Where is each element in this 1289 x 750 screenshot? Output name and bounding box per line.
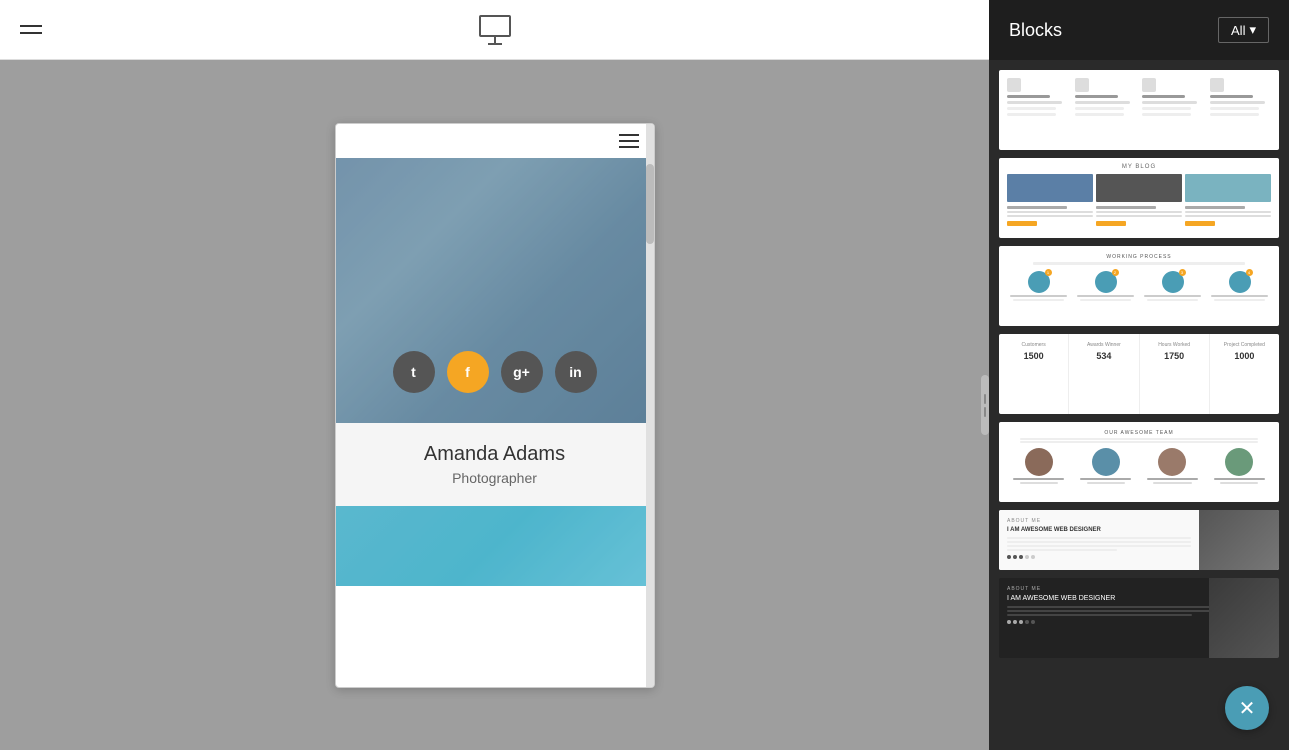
wp-step-icon-1: 1 <box>1028 271 1050 293</box>
social-icons-row: t f g+ in <box>336 351 654 393</box>
stat-hours: Hours Worked 1750 <box>1140 334 1210 414</box>
blog-img-2 <box>1096 174 1182 202</box>
team-members <box>1007 448 1271 484</box>
googleplus-icon: g+ <box>513 364 530 380</box>
twitter-button[interactable]: t <box>393 351 435 393</box>
block-thumb-process-steps[interactable] <box>999 70 1279 150</box>
mobile-scrollbar[interactable] <box>646 124 654 687</box>
about-me-dark-image <box>1209 578 1279 658</box>
step-icon-4 <box>1210 78 1224 92</box>
second-card-preview <box>336 506 654 586</box>
process-step-2 <box>1075 78 1137 142</box>
member-photo-1 <box>1025 448 1053 476</box>
about-me-light-lines <box>1007 537 1191 551</box>
process-step-1 <box>1007 78 1069 142</box>
linkedin-button[interactable]: in <box>555 351 597 393</box>
wp-step-icon-2: 2 <box>1095 271 1117 293</box>
working-process-steps: 1 2 3 <box>1007 271 1271 301</box>
all-filter-button[interactable]: All ▾ <box>1218 17 1269 43</box>
block-thumb-about-me-dark[interactable]: ABOUT ME I AM AWESOME WEB DESIGNER <box>999 578 1279 658</box>
blog-read-more-3 <box>1185 221 1215 226</box>
profile-image-section: t f g+ in <box>336 158 654 423</box>
blog-read-more-2 <box>1096 221 1126 226</box>
step-icon-3 <box>1142 78 1156 92</box>
close-icon: ✕ <box>1239 696 1256 721</box>
step-icon-1 <box>1007 78 1021 92</box>
preview-canvas: t f g+ in Amanda A <box>0 60 989 750</box>
toolbar <box>0 0 989 60</box>
block-thumb-blog[interactable]: MY BLOG <box>999 158 1279 238</box>
stat-customers: Customers 1500 <box>999 334 1069 414</box>
googleplus-button[interactable]: g+ <box>501 351 543 393</box>
dropdown-icon: ▾ <box>1249 22 1256 38</box>
blog-caption-1 <box>1007 206 1093 226</box>
about-me-light-content: ABOUT ME I AM AWESOME WEB DESIGNER <box>999 510 1199 570</box>
member-photo-4 <box>1225 448 1253 476</box>
about-me-light-subtitle: ABOUT ME <box>1007 518 1191 524</box>
monitor-preview-icon[interactable] <box>479 15 511 45</box>
team-description <box>1007 438 1271 443</box>
fab-close-button[interactable]: ✕ <box>1225 686 1269 730</box>
mobile-nav <box>336 124 654 158</box>
team-title: OUR AWESOME TEAM <box>1007 430 1271 436</box>
mobile-preview-frame: t f g+ in Amanda A <box>335 123 655 688</box>
person-title: Photographer <box>351 470 639 486</box>
blog-img-3 <box>1185 174 1271 202</box>
wp-step-icon-3: 3 <box>1162 271 1184 293</box>
process-step-3 <box>1142 78 1204 142</box>
sidebar-title: Blocks <box>1009 20 1062 41</box>
process-step-4 <box>1210 78 1272 142</box>
block-thumb-team[interactable]: OUR AWESOME TEAM <box>999 422 1279 502</box>
blocks-list: MY BLOG <box>989 60 1289 750</box>
team-member-4 <box>1207 448 1271 484</box>
wp-step-3: 3 <box>1141 271 1204 301</box>
block-thumb-about-me-light[interactable]: ABOUT ME I AM AWESOME WEB DESIGNER <box>999 510 1279 570</box>
blocks-sidebar: Blocks All ▾ <box>989 0 1289 750</box>
team-member-1 <box>1007 448 1071 484</box>
main-area: t f g+ in Amanda A <box>0 0 989 750</box>
stat-projects: Project Completed 1000 <box>1210 334 1279 414</box>
team-member-3 <box>1141 448 1205 484</box>
blog-title: MY BLOG <box>1007 164 1271 170</box>
working-process-subtitle <box>1033 262 1244 265</box>
wp-step-4: 4 <box>1208 271 1271 301</box>
wp-step-1: 1 <box>1007 271 1070 301</box>
wp-step-2: 2 <box>1074 271 1137 301</box>
sidebar-header: Blocks All ▾ <box>989 0 1289 60</box>
resize-handle[interactable] <box>981 375 989 435</box>
wp-step-icon-4: 4 <box>1229 271 1251 293</box>
about-me-light-title: I AM AWESOME WEB DESIGNER <box>1007 527 1191 533</box>
mobile-scrollbar-thumb <box>646 164 654 244</box>
mobile-hamburger-icon <box>619 134 639 148</box>
linkedin-icon: in <box>569 364 581 380</box>
block-thumb-working-process[interactable]: WORKING PROCESS 1 2 <box>999 246 1279 326</box>
blog-caption-2 <box>1096 206 1182 226</box>
blog-img-1 <box>1007 174 1093 202</box>
member-photo-2 <box>1092 448 1120 476</box>
facebook-icon: f <box>465 364 470 380</box>
block-thumb-stats[interactable]: Customers 1500 Awards Winner 534 Hours W… <box>999 334 1279 414</box>
blog-captions <box>1007 206 1271 226</box>
about-me-light-dots <box>1007 555 1191 559</box>
working-process-title: WORKING PROCESS <box>1007 254 1271 260</box>
step-icon-2 <box>1075 78 1089 92</box>
facebook-button[interactable]: f <box>447 351 489 393</box>
person-name: Amanda Adams <box>351 443 639 466</box>
blog-read-more-1 <box>1007 221 1037 226</box>
hamburger-menu-icon[interactable] <box>20 25 42 34</box>
member-photo-3 <box>1158 448 1186 476</box>
twitter-icon: t <box>411 364 416 380</box>
name-section: Amanda Adams Photographer <box>336 423 654 506</box>
team-member-2 <box>1074 448 1138 484</box>
about-me-light-image <box>1199 510 1279 570</box>
stat-awards: Awards Winner 534 <box>1069 334 1139 414</box>
blog-images <box>1007 174 1271 202</box>
blog-caption-3 <box>1185 206 1271 226</box>
